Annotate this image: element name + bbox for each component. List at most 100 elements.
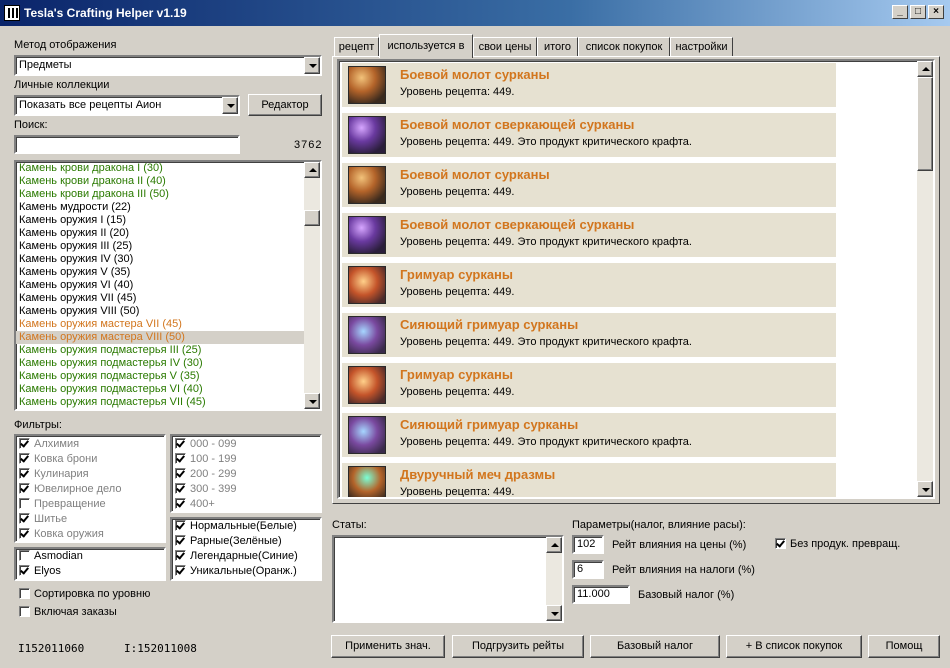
checkbox-icon[interactable] [19, 453, 30, 464]
checkbox-icon[interactable] [175, 535, 186, 546]
list-item[interactable]: Камень мудрости (22) [16, 201, 304, 214]
checkbox-icon[interactable] [19, 588, 30, 599]
no-transform-checkbox[interactable]: Без продук. превращ. [772, 537, 900, 552]
maximize-button[interactable]: □ [910, 5, 926, 19]
recipe-list[interactable]: Боевой молот сурканы Уровень рецепта: 449… [337, 59, 935, 499]
scroll-down-icon[interactable] [546, 605, 562, 621]
filter-checkbox[interactable]: 100 - 199 [172, 452, 320, 467]
filter-checkbox[interactable]: Уникальные(Оранж.) [172, 564, 320, 579]
list-item[interactable]: Камень крови дракона II (40) [16, 175, 304, 188]
scroll-down-icon[interactable] [304, 393, 320, 409]
filter-checkbox[interactable]: Asmodian [16, 549, 164, 564]
list-item[interactable]: Камень оружия V (35) [16, 266, 304, 279]
sort-by-level-checkbox[interactable]: Сортировка по уровню [16, 587, 150, 602]
list-item[interactable]: Камень крови дракона I (30) [16, 162, 304, 175]
checkbox-icon[interactable] [19, 550, 30, 561]
minimize-button[interactable]: _ [892, 5, 908, 19]
filter-checkbox[interactable]: Elyos [16, 564, 164, 579]
recipe-name[interactable]: Гримуар сурканы [400, 267, 513, 282]
recipe-row[interactable]: Двуручный меч дразмы Уровень рецепта: 449… [342, 463, 836, 497]
item-list[interactable]: Камень крови дракона I (30) Камень крови … [14, 160, 322, 411]
editor-button[interactable]: Редактор [248, 94, 322, 116]
recipe-name[interactable]: Боевой молот сурканы [400, 167, 550, 182]
scroll-down-icon[interactable] [917, 481, 933, 497]
list-item[interactable]: Камень оружия I (15) [16, 214, 304, 227]
filter-checkbox[interactable]: Кулинария [16, 467, 164, 482]
recipe-name[interactable]: Боевой молот сверкающей сурканы [400, 217, 634, 232]
recipe-name[interactable]: Гримуар сурканы [400, 367, 513, 382]
scroll-up-icon[interactable] [304, 162, 320, 178]
stats-scrollbar[interactable] [546, 537, 562, 621]
tax-rate-input[interactable]: 6 [572, 560, 604, 579]
list-item[interactable]: Камень оружия VIII (50) [16, 305, 304, 318]
checkbox-icon[interactable] [19, 498, 30, 509]
chevron-down-icon[interactable] [222, 97, 238, 114]
list-item[interactable]: Камень оружия подмастерья IV (30) [16, 357, 304, 370]
list-item[interactable]: Камень оружия подмастерья VII (45) [16, 396, 304, 409]
checkbox-icon[interactable] [775, 538, 786, 549]
filter-checkbox[interactable]: Легендарные(Синие) [172, 549, 320, 564]
checkbox-icon[interactable] [19, 513, 30, 524]
list-item[interactable]: Камень оружия II (20) [16, 227, 304, 240]
checkbox-icon[interactable] [175, 550, 186, 561]
filter-checkbox[interactable]: 200 - 299 [172, 467, 320, 482]
recipe-row[interactable]: Сияющий гримуар сурканы Уровень рецепта: … [342, 413, 836, 457]
checkbox-icon[interactable] [19, 468, 30, 479]
list-item[interactable]: Камень оружия VI (40) [16, 279, 304, 292]
checkbox-icon[interactable] [19, 528, 30, 539]
close-button[interactable]: × [928, 5, 944, 19]
list-item[interactable]: Камень оружия мастера VII (45) [16, 318, 304, 331]
checkbox-icon[interactable] [175, 483, 186, 494]
recipe-row[interactable]: Боевой молот сурканы Уровень рецепта: 449… [342, 163, 836, 207]
tab-0[interactable]: рецепт [334, 37, 379, 57]
filter-checkbox[interactable]: 400+ [172, 497, 320, 512]
checkbox-icon[interactable] [175, 498, 186, 509]
filter-checkbox[interactable]: Алхимия [16, 437, 164, 452]
recipe-row[interactable]: Гримуар сурканы Уровень рецепта: 449. [342, 363, 836, 407]
help-button[interactable]: Помощ [868, 635, 940, 658]
recipe-name[interactable]: Боевой молот сурканы [400, 67, 550, 82]
scroll-up-icon[interactable] [546, 537, 562, 553]
list-item[interactable]: Камень оружия подмастерья VI (40) [16, 383, 304, 396]
filter-checkbox[interactable]: Ковка оружия [16, 527, 164, 542]
filter-checkbox[interactable]: Шитье [16, 512, 164, 527]
filter-checkbox[interactable]: Превращение [16, 497, 164, 512]
list-item[interactable]: Камень оружия IV (30) [16, 253, 304, 266]
tab-3[interactable]: итого [537, 37, 578, 57]
recipe-name[interactable]: Сияющий гримуар сурканы [400, 417, 578, 432]
checkbox-icon[interactable] [19, 606, 30, 617]
recipe-name[interactable]: Боевой молот сверкающей сурканы [400, 117, 634, 132]
recipe-row[interactable]: Боевой молот сверкающей сурканы Уровень р… [342, 213, 836, 257]
load-rates-button[interactable]: Подгрузить рейты [452, 635, 584, 658]
checkbox-icon[interactable] [19, 483, 30, 494]
tab-4[interactable]: список покупок [578, 37, 670, 57]
checkbox-icon[interactable] [175, 565, 186, 576]
list-item[interactable]: Камень крови дракона III (50) [16, 188, 304, 201]
scroll-thumb[interactable] [304, 210, 320, 226]
list-item[interactable]: Камень оружия VII (45) [16, 292, 304, 305]
list-item[interactable]: Камень оружия подмастерья V (35) [16, 370, 304, 383]
checkbox-icon[interactable] [175, 453, 186, 464]
apply-button[interactable]: Применить знач. [331, 635, 445, 658]
item-list-scrollbar[interactable] [304, 162, 320, 409]
recipe-row[interactable]: Боевой молот сверкающей сурканы Уровень р… [342, 113, 836, 157]
add-to-shopping-list-button[interactable]: + В список покупок [726, 635, 862, 658]
size-grip[interactable] [936, 654, 948, 666]
list-item[interactable]: Камень оружия мастера VIII (50) [16, 331, 304, 344]
recipe-row[interactable]: Боевой молот сурканы Уровень рецепта: 449… [342, 63, 836, 107]
tab-1[interactable]: используется в [379, 34, 473, 58]
recipe-list-scrollbar[interactable] [917, 61, 933, 497]
recipe-name[interactable]: Двуручный меч дразмы [400, 467, 555, 482]
recipe-row[interactable]: Гримуар сурканы Уровень рецепта: 449. [342, 263, 836, 307]
recipe-name[interactable]: Сияющий гримуар сурканы [400, 317, 578, 332]
recipe-row[interactable]: Сияющий гримуар сурканы Уровень рецепта: … [342, 313, 836, 357]
base-tax-input[interactable]: 11.000 [572, 585, 630, 604]
filter-checkbox[interactable]: 300 - 399 [172, 482, 320, 497]
filter-checkbox[interactable]: Рарные(Зелёные) [172, 534, 320, 549]
tab-5[interactable]: настройки [670, 37, 733, 57]
include-orders-checkbox[interactable]: Включая заказы [16, 605, 117, 620]
title-bar[interactable]: Tesla's Crafting Helper v1.19 _ □ × [0, 0, 950, 26]
checkbox-icon[interactable] [175, 520, 186, 531]
search-input[interactable] [14, 135, 240, 154]
filter-checkbox[interactable]: Ювелирное дело [16, 482, 164, 497]
